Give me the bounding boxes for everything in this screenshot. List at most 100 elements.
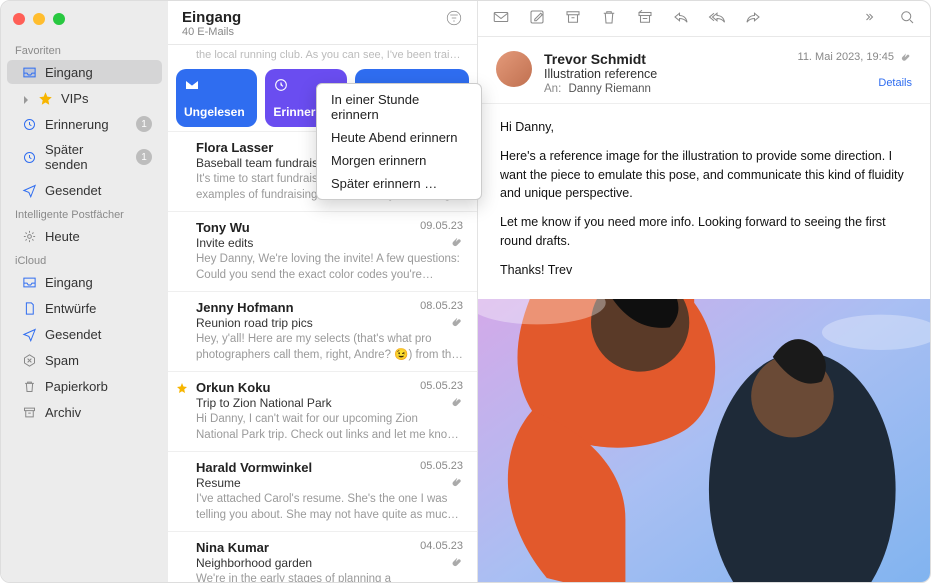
reply-button[interactable]: [672, 8, 690, 29]
sidebar-item-label: Gesendet: [45, 183, 152, 198]
body-paragraph: Here's a reference image for the illustr…: [500, 147, 908, 203]
dropdown-item[interactable]: In einer Stunde erinnern: [317, 88, 481, 126]
junk-button[interactable]: [636, 8, 654, 29]
message-row[interactable]: Tony Wu09.05.23Invite editsHey Danny, We…: [168, 211, 477, 291]
message-row[interactable]: Harald Vormwinkel05.05.23ResumeI've atta…: [168, 451, 477, 531]
attachment-icon: [452, 476, 463, 491]
window-controls: [1, 9, 168, 39]
gear-icon: [21, 228, 37, 244]
message-to-line: An: Danny Riemann: [544, 83, 786, 95]
sidebar-item-label: VIPs: [61, 91, 152, 106]
pin-card-unread[interactable]: Ungelesen: [176, 69, 257, 127]
search-button[interactable]: [898, 8, 916, 29]
compose-button[interactable]: [528, 8, 546, 29]
message-row[interactable]: Orkun Koku05.05.23Trip to Zion National …: [168, 371, 477, 451]
sidebar-item-icloud-entwuerfe[interactable]: Entwürfe: [7, 296, 162, 320]
reply-all-button[interactable]: [708, 8, 726, 29]
message-sender: Trevor Schmidt: [544, 51, 786, 67]
sidebar-item-icloud-spam[interactable]: Spam: [7, 348, 162, 372]
message-date: 11. Mai 2023, 19:45: [798, 51, 894, 63]
message-subject: Trip to Zion National Park: [196, 396, 463, 410]
clock-icon: [21, 149, 37, 165]
sidebar-item-erinnerung[interactable]: Erinnerung 1: [7, 112, 162, 136]
reader-toolbar: [478, 1, 930, 37]
sidebar-item-heute[interactable]: Heute: [7, 224, 162, 248]
chevron-right-icon: [21, 93, 31, 103]
sidebar-item-vips[interactable]: VIPs: [7, 86, 162, 110]
archive-icon: [21, 404, 37, 420]
sidebar-item-spaeter-senden[interactable]: Später senden 1: [7, 138, 162, 176]
zoom-window-button[interactable]: [53, 13, 65, 25]
message-preview: I've attached Carol's resume. She's the …: [196, 492, 463, 523]
message-list-pane: Eingang 40 E-Mails the local running clu…: [168, 1, 478, 582]
message-subject: Invite edits: [196, 236, 463, 250]
message-body: Hi Danny, Here's a reference image for t…: [478, 104, 930, 299]
message-date: 09.05.23: [420, 220, 463, 232]
trash-icon: [21, 378, 37, 394]
close-window-button[interactable]: [13, 13, 25, 25]
to-label: An:: [544, 83, 561, 95]
message-date: 05.05.23: [420, 460, 463, 472]
sent-icon: [21, 182, 37, 198]
more-button[interactable]: [862, 8, 880, 29]
new-mail-button[interactable]: [492, 8, 510, 29]
sidebar-item-icloud-gesendet[interactable]: Gesendet: [7, 322, 162, 346]
badge-count: 1: [136, 116, 152, 132]
inbox-icon: [21, 274, 37, 290]
message-preview: Hey Danny, We're loving the invite! A fe…: [196, 252, 463, 283]
details-link[interactable]: Details: [798, 77, 912, 89]
message-row[interactable]: Jenny Hofmann08.05.23Reunion road trip p…: [168, 291, 477, 371]
message-subject: Neighborhood garden: [196, 556, 463, 570]
sidebar-item-label: Papierkorb: [45, 379, 152, 394]
sidebar-item-gesendet[interactable]: Gesendet: [7, 178, 162, 202]
message-row[interactable]: Nina Kumar04.05.23Neighborhood gardenWe'…: [168, 531, 477, 582]
sidebar-section-smart: Intelligente Postfächer: [1, 203, 168, 223]
mailbox-title: Eingang: [182, 9, 241, 26]
sidebar-item-label: Entwürfe: [45, 301, 152, 316]
mailbox-count: 40 E-Mails: [182, 26, 241, 38]
envelope-icon: [184, 77, 200, 93]
filter-button[interactable]: [445, 9, 463, 30]
sidebar-item-icloud-eingang[interactable]: Eingang: [7, 270, 162, 294]
archive-button[interactable]: [564, 8, 582, 29]
sidebar-section-favoriten: Favoriten: [1, 39, 168, 59]
badge-count: 1: [136, 149, 152, 165]
sidebar-item-label: Eingang: [45, 275, 152, 290]
message-list-header: Eingang 40 E-Mails: [168, 1, 477, 45]
dropdown-item[interactable]: Morgen erinnern: [317, 149, 481, 172]
clock-icon: [273, 77, 289, 93]
sidebar-item-label: Archiv: [45, 405, 152, 420]
dropdown-item[interactable]: Später erinnern …: [317, 172, 481, 195]
reading-pane: Trevor Schmidt Illustration reference An…: [478, 1, 930, 582]
message-preview: We're in the early stages of planning a …: [196, 572, 463, 582]
minimize-window-button[interactable]: [33, 13, 45, 25]
sidebar: Favoriten Eingang VIPs Erinnerung 1: [1, 1, 168, 582]
body-paragraph: Let me know if you need more info. Looki…: [500, 213, 908, 251]
sidebar-section-icloud: iCloud: [1, 249, 168, 269]
dropdown-item[interactable]: Heute Abend erinnern: [317, 126, 481, 149]
forward-button[interactable]: [744, 8, 762, 29]
message-subject: Resume: [196, 476, 463, 490]
spam-icon: [21, 352, 37, 368]
trash-button[interactable]: [600, 8, 618, 29]
message-date: 05.05.23: [420, 380, 463, 392]
attachment-icon: [452, 236, 463, 251]
message-preview: Hi Danny, I can't wait for our upcoming …: [196, 412, 463, 443]
sender-avatar[interactable]: [496, 51, 532, 87]
star-icon: [37, 90, 53, 106]
message-header: Trevor Schmidt Illustration reference An…: [478, 37, 930, 104]
sidebar-item-icloud-archiv[interactable]: Archiv: [7, 400, 162, 424]
sidebar-item-label: Später senden: [45, 142, 128, 172]
attachment-icon: [452, 316, 463, 331]
sent-icon: [21, 326, 37, 342]
sidebar-item-label: Heute: [45, 229, 152, 244]
sidebar-item-eingang[interactable]: Eingang: [7, 60, 162, 84]
message-preview: Hey, y'all! Here are my selects (that's …: [196, 332, 463, 363]
message-date: 08.05.23: [420, 300, 463, 312]
attachment-image[interactable]: [478, 299, 930, 582]
star-flag-icon: [176, 382, 188, 397]
pin-card-title: Ungelesen: [184, 105, 249, 119]
sidebar-item-icloud-papierkorb[interactable]: Papierkorb: [7, 374, 162, 398]
body-paragraph: Hi Danny,: [500, 118, 908, 137]
sidebar-item-label: Erinnerung: [45, 117, 128, 132]
